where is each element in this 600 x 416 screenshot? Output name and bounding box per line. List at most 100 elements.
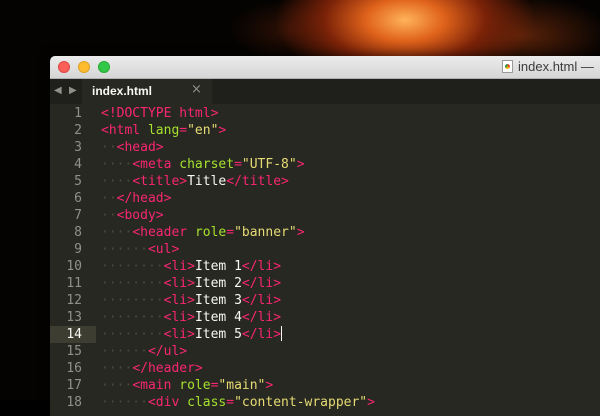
code-token-tag: <head>: [116, 140, 164, 155]
line-number: 16: [66, 361, 82, 376]
code-line[interactable]: <!DOCTYPE html>: [101, 105, 218, 122]
code-line[interactable]: ··</head>: [101, 190, 171, 207]
line-number: 10: [66, 259, 82, 274]
code-token-tag: </ul>: [147, 344, 188, 359]
line-number: 5: [74, 174, 82, 189]
indent-whitespace: ······: [101, 242, 148, 257]
code-token-str: "en": [187, 123, 219, 138]
code-token-tag: >: [296, 225, 305, 240]
line-number: 9: [74, 242, 82, 257]
code-token-tag: </li>: [241, 276, 282, 291]
code-line[interactable]: ········<li>Item 1</li>: [101, 258, 281, 275]
code-token-txt: Item 4: [194, 310, 242, 325]
code-token-str: "content-wrapper": [234, 395, 368, 410]
code-token-tag: <div: [147, 395, 188, 410]
code-token-attr: role: [179, 378, 211, 393]
code-line[interactable]: ········<li>Item 5</li>: [101, 326, 283, 343]
line-number: 13: [66, 310, 82, 325]
line-number: 7: [74, 208, 82, 223]
code-token-attr: lang: [147, 123, 180, 138]
code-token-tag: </title>: [226, 174, 289, 189]
code-line[interactable]: ····</header>: [101, 360, 203, 377]
window-title-text: index.html —: [518, 59, 594, 74]
line-number: 8: [74, 225, 82, 240]
code-token-tag: =: [226, 395, 235, 410]
indent-whitespace: ··: [101, 140, 117, 155]
tab-index-html[interactable]: index.html ×: [82, 79, 212, 104]
indent-whitespace: ······: [101, 344, 148, 359]
code-token-tag: </li>: [241, 259, 282, 274]
indent-whitespace: ········: [101, 327, 164, 342]
code-token-tag: =: [179, 123, 188, 138]
code-token-txt: Title: [187, 174, 227, 189]
code-token-tag: </li>: [241, 310, 282, 325]
window-title: index.html —: [502, 59, 594, 75]
code-token-tag: <li>: [163, 293, 195, 308]
code-line[interactable]: ········<li>Item 3</li>: [101, 292, 281, 309]
code-token-tag: <meta: [132, 157, 180, 172]
code-token-tag: =: [234, 157, 242, 172]
code-line[interactable]: ····<main role="main">: [101, 377, 273, 394]
line-number: 2: [74, 123, 82, 138]
line-number: 17: [66, 378, 82, 393]
code-token-txt: Item 3: [194, 293, 242, 308]
code-token-str: "main": [218, 378, 266, 393]
indent-whitespace: ····: [101, 225, 133, 240]
code-token-tag: >: [367, 395, 375, 410]
indent-whitespace: ········: [101, 276, 164, 291]
minimize-window-button[interactable]: [78, 61, 90, 73]
code-line[interactable]: ····<meta charset="UTF-8">: [101, 156, 305, 173]
code-line[interactable]: ··<body>: [101, 207, 164, 224]
indent-whitespace: ········: [101, 293, 164, 308]
indent-whitespace: ······: [101, 395, 148, 410]
editor-window: index.html — ◀ ▶ index.html × 1234567891…: [50, 56, 600, 416]
code-line[interactable]: <html lang="en">: [101, 122, 226, 139]
indent-whitespace: ········: [101, 310, 164, 325]
code-token-tag: <!DOCTYPE html>: [101, 106, 219, 121]
code-token-tag: <li>: [163, 276, 195, 291]
code-token-attr: class: [187, 395, 227, 410]
code-token-txt: Item 5: [194, 327, 242, 342]
tab-label: index.html: [92, 84, 153, 98]
code-token-tag: <html: [101, 123, 148, 138]
code-line[interactable]: ··<head>: [101, 139, 164, 156]
code-line[interactable]: ······<div class="content-wrapper">: [101, 394, 375, 411]
forward-arrow-icon[interactable]: ▶: [69, 85, 77, 97]
line-number: 15: [66, 344, 82, 359]
code-line[interactable]: ········<li>Item 2</li>: [101, 275, 281, 292]
code-token-tag: >: [218, 123, 227, 138]
indent-whitespace: ····: [101, 157, 133, 172]
back-arrow-icon[interactable]: ◀: [54, 85, 62, 97]
indent-whitespace: ····: [101, 174, 133, 189]
tab-close-icon[interactable]: ×: [191, 83, 202, 97]
indent-whitespace: ··: [101, 208, 117, 223]
title-bar[interactable]: index.html —: [50, 56, 600, 79]
maximize-window-button[interactable]: [98, 61, 110, 73]
code-token-txt: Item 1: [194, 259, 242, 274]
code-token-str: "banner": [234, 225, 297, 240]
code-token-txt: Item 2: [194, 276, 242, 291]
code-token-tag: <ul>: [147, 242, 180, 257]
code-editor[interactable]: <!DOCTYPE html> <html lang="en"> ··<head> ·…: [101, 104, 600, 416]
line-number: 12: [66, 293, 82, 308]
line-number: 6: [74, 191, 82, 206]
code-token-attr: role: [194, 225, 227, 240]
line-number: 18: [66, 395, 82, 410]
close-window-button[interactable]: [58, 61, 70, 73]
code-token-tag: <li>: [163, 310, 195, 325]
indent-whitespace: ········: [101, 259, 164, 274]
code-token-tag: <li>: [163, 327, 195, 342]
indent-whitespace: ····: [101, 378, 133, 393]
code-token-tag: >: [296, 157, 305, 172]
indent-whitespace: ··: [101, 191, 117, 206]
code-line[interactable]: ······</ul>: [101, 343, 187, 360]
code-line[interactable]: ········<li>Item 4</li>: [101, 309, 281, 326]
code-token-tag: <li>: [163, 259, 195, 274]
code-line[interactable]: ····<header role="banner">: [101, 224, 305, 241]
code-line[interactable]: ······<ul>: [101, 241, 179, 258]
code-token-tag: </header>: [132, 361, 203, 376]
text-caret: [281, 326, 283, 341]
code-line[interactable]: ····<title>Title</title>: [101, 173, 289, 190]
code-token-tag: <main: [132, 378, 180, 393]
code-token-tag: </li>: [241, 327, 282, 342]
